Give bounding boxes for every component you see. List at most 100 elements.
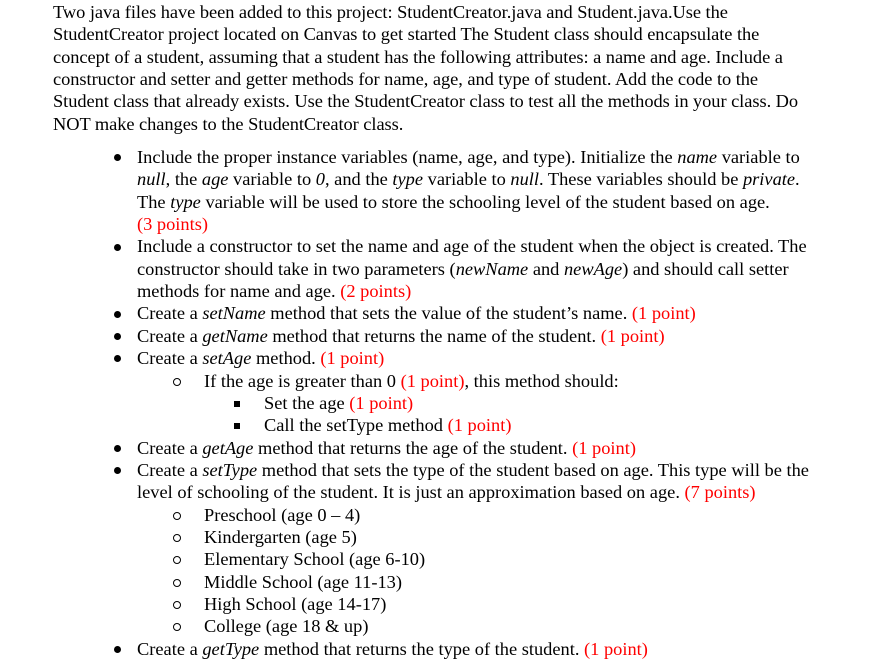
bullet-icon (112, 347, 122, 369)
text: Create a (137, 325, 203, 346)
text: Create a (137, 437, 203, 458)
text: . These variables should be (539, 169, 743, 190)
text: College (age 18 & up) (204, 616, 369, 637)
text: method that sets the type of the student… (257, 459, 809, 480)
assignment-document: Two java files have been added to this p… (53, 1, 853, 660)
intro-paragraph: Two java files have been added to this p… (53, 1, 853, 135)
requirement-getage: Create a getAge method that returns the … (53, 437, 853, 459)
bullet-icon (112, 235, 122, 257)
text: , the (165, 169, 202, 190)
text: method that sets the value of the studen… (265, 303, 632, 324)
setage-step: Set the age (1 point) (53, 392, 853, 414)
text: level of schooling of the student. It is… (137, 482, 685, 503)
bullet-icon (112, 638, 122, 660)
intro-line: StudentCreator project located on Canvas… (53, 24, 760, 45)
text: If the age is greater than 0 (204, 370, 401, 391)
text: Set the age (264, 392, 350, 413)
bullet-icon (112, 459, 122, 481)
emphasis: newAge (563, 258, 623, 279)
intro-line: Student class that already exists. Use t… (53, 91, 799, 112)
text: Elementary School (age 6-10) (204, 549, 426, 570)
emphasis: type (392, 169, 424, 190)
points-label: (3 points) (137, 214, 209, 235)
method-name: setName (202, 303, 266, 324)
emphasis: newName (455, 258, 529, 279)
text: method that returns the name of the stud… (267, 325, 601, 346)
requirement-getname: Create a getName method that returns the… (53, 325, 853, 347)
text: Include a constructor to set the name an… (137, 236, 807, 257)
circle-bullet-icon (171, 615, 183, 637)
requirement-settype: Create a setType method that sets the ty… (53, 459, 853, 504)
text: variable to (228, 169, 316, 190)
points-label: (1 point) (447, 415, 512, 436)
method-name: getType (202, 638, 260, 659)
circle-bullet-icon (171, 526, 183, 548)
schooling-level: Kindergarten (age 5) (53, 526, 853, 548)
requirement-constructor: Include a constructor to set the name an… (53, 235, 853, 302)
text: variable to (717, 147, 800, 168)
points-label: (1 point) (600, 325, 665, 346)
text: Create a (137, 638, 203, 659)
text: The (137, 191, 171, 212)
emphasis: name (677, 147, 718, 168)
text: . (795, 169, 800, 190)
intro-line: concept of a student, assuming that a st… (53, 46, 783, 67)
circle-bullet-icon (171, 593, 183, 615)
intro-line: NOT make changes to the StudentCreator c… (53, 113, 404, 134)
text: variable to (423, 169, 511, 190)
circle-bullet-icon (171, 571, 183, 593)
text: variable will be used to store the schoo… (200, 191, 770, 212)
schooling-level: Middle School (age 11-13) (53, 571, 853, 593)
circle-bullet-icon (171, 548, 183, 570)
text: Create a (137, 348, 203, 369)
requirement-setage: Create a setAge method. (1 point) (53, 347, 853, 369)
schooling-level: Elementary School (age 6-10) (53, 548, 853, 570)
emphasis: null (137, 169, 166, 190)
setage-condition: If the age is greater than 0 (1 point), … (53, 370, 853, 392)
bullet-icon (112, 325, 122, 347)
points-label: (1 point) (584, 638, 648, 659)
text: , and the (324, 169, 393, 190)
requirement-gettype: Create a getType method that returns the… (53, 638, 853, 660)
schooling-level: Preschool (age 0 – 4) (53, 504, 853, 526)
requirement-instance-variables: Include the proper instance variables (n… (53, 146, 853, 235)
points-label: (1 point) (572, 437, 636, 458)
points-label: (1 point) (320, 348, 385, 369)
text: Middle School (age 11-13) (204, 571, 402, 592)
text: method that returns the age of the stude… (253, 437, 573, 458)
emphasis: private (742, 169, 796, 190)
text: constructor should take in two parameter… (137, 258, 456, 279)
intro-line: constructor and setter and getter method… (53, 69, 759, 90)
text: Preschool (age 0 – 4) (204, 504, 361, 525)
emphasis: 0 (315, 169, 325, 190)
text: and (528, 258, 564, 279)
method-name: getAge (202, 437, 254, 458)
text: method that returns the type of the stud… (259, 638, 585, 659)
text: Kindergarten (age 5) (204, 526, 357, 547)
schooling-level: High School (age 14-17) (53, 593, 853, 615)
requirement-setname: Create a setName method that sets the va… (53, 302, 853, 324)
points-label: (1 point) (400, 370, 465, 391)
bullet-icon (112, 437, 122, 459)
bullet-icon (112, 302, 122, 324)
text: ) and should call setter (622, 258, 789, 279)
points-label: (7 points) (684, 482, 756, 503)
text: Create a (137, 303, 203, 324)
circle-bullet-icon (171, 370, 183, 392)
bullet-icon (112, 146, 122, 168)
text: Call the setType method (264, 415, 448, 436)
square-bullet-icon (232, 392, 242, 414)
text: methods for name and age. (137, 281, 341, 302)
method-name: setAge (202, 348, 252, 369)
text: Include the proper instance variables (n… (137, 147, 678, 168)
circle-bullet-icon (171, 504, 183, 526)
text: Create a (137, 459, 203, 480)
method-name: setType (202, 459, 258, 480)
text: method. (251, 348, 321, 369)
requirements-list: Include the proper instance variables (n… (53, 146, 853, 660)
text: High School (age 14-17) (204, 593, 387, 614)
points-label: (1 point) (349, 392, 414, 413)
square-bullet-icon (232, 414, 242, 436)
text: , this method should: (464, 370, 619, 391)
schooling-level: College (age 18 & up) (53, 615, 853, 637)
